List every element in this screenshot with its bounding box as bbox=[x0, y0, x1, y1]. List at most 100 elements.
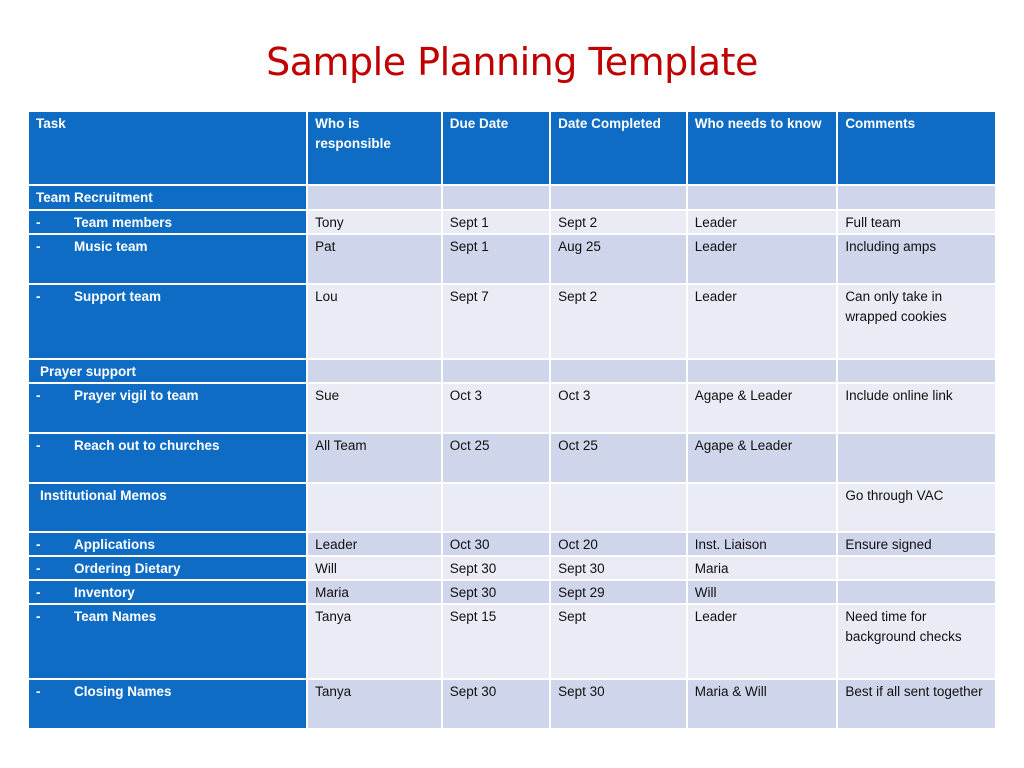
section-label: Prayer support bbox=[40, 364, 137, 379]
notify-cell: Will bbox=[687, 581, 837, 603]
due-cell: Sept 15 bbox=[442, 605, 550, 678]
who-cell: Tanya bbox=[308, 680, 441, 728]
comments-cell bbox=[838, 186, 995, 209]
comments-cell bbox=[838, 557, 995, 579]
completed-cell bbox=[551, 484, 686, 531]
due-cell: Sept 30 bbox=[442, 581, 550, 603]
notify-cell: Leader bbox=[687, 285, 837, 358]
bullet-dash: - bbox=[36, 289, 41, 304]
bullet-dash: - bbox=[36, 684, 41, 699]
completed-cell: Oct 20 bbox=[551, 533, 686, 555]
comments-cell bbox=[838, 434, 995, 482]
who-cell: Lou bbox=[308, 285, 441, 358]
due-cell: Sept 1 bbox=[442, 235, 550, 283]
table-row: - Closing Names Tanya Sept 30 Sept 30 Mar… bbox=[29, 680, 995, 728]
task-label: Support team bbox=[74, 289, 162, 304]
table-row: - Team Names Tanya Sept 15 Sept Leader Ne… bbox=[29, 605, 995, 678]
task-label: Prayer vigil to team bbox=[74, 388, 199, 403]
task-cell: - Team members bbox=[29, 211, 307, 233]
column-header-task: Task bbox=[29, 112, 307, 184]
completed-cell: Sept 30 bbox=[551, 680, 686, 728]
task-cell: Prayer support bbox=[29, 360, 307, 382]
comments-cell bbox=[838, 360, 995, 382]
completed-cell: Aug 25 bbox=[551, 235, 686, 283]
who-cell: Pat bbox=[308, 235, 441, 283]
task-cell: - Prayer vigil to team bbox=[29, 384, 307, 432]
due-cell bbox=[442, 484, 550, 531]
comments-cell: Can only take in wrapped cookies bbox=[838, 285, 995, 358]
completed-cell: Oct 25 bbox=[551, 434, 686, 482]
notify-cell bbox=[687, 186, 837, 209]
bullet-dash: - bbox=[36, 438, 41, 453]
task-cell: - Applications bbox=[29, 533, 307, 555]
page-title: Sample Planning Template bbox=[266, 40, 758, 84]
task-cell: - Reach out to churches bbox=[29, 434, 307, 482]
task-label: Team members bbox=[74, 215, 173, 230]
table-row: - Ordering Dietary Will Sept 30 Sept 30 M… bbox=[29, 557, 995, 579]
due-cell: Sept 30 bbox=[442, 557, 550, 579]
completed-cell bbox=[551, 186, 686, 209]
table-row: - Prayer vigil to team Sue Oct 3 Oct 3 Ag… bbox=[29, 384, 995, 432]
who-cell bbox=[308, 186, 441, 209]
task-cell: - Team Names bbox=[29, 605, 307, 678]
table-row: - Applications Leader Oct 30 Oct 20 Inst.… bbox=[29, 533, 995, 555]
comments-cell: Go through VAC bbox=[838, 484, 995, 531]
who-cell: Will bbox=[308, 557, 441, 579]
task-label: Music team bbox=[74, 239, 148, 254]
due-cell: Oct 30 bbox=[442, 533, 550, 555]
due-cell bbox=[442, 360, 550, 382]
bullet-dash: - bbox=[36, 239, 41, 254]
comments-cell: Need time for background checks bbox=[838, 605, 995, 678]
task-label: Inventory bbox=[74, 585, 135, 600]
bullet-dash: - bbox=[36, 388, 41, 403]
table-row-section: Team Recruitment bbox=[29, 186, 995, 209]
notify-cell bbox=[687, 484, 837, 531]
comments-cell: Best if all sent together bbox=[838, 680, 995, 728]
bullet-dash: - bbox=[36, 561, 41, 576]
bullet-dash: - bbox=[36, 537, 41, 552]
planning-table: Task Who is responsible Due Date Date Co… bbox=[27, 110, 997, 730]
notify-cell: Maria & Will bbox=[687, 680, 837, 728]
comments-cell: Include online link bbox=[838, 384, 995, 432]
notify-cell: Leader bbox=[687, 211, 837, 233]
task-label: Reach out to churches bbox=[74, 438, 220, 453]
comments-cell: Ensure signed bbox=[838, 533, 995, 555]
comments-cell: Full team bbox=[838, 211, 995, 233]
due-cell: Oct 3 bbox=[442, 384, 550, 432]
due-cell: Oct 25 bbox=[442, 434, 550, 482]
who-cell: Leader bbox=[308, 533, 441, 555]
due-cell: Sept 7 bbox=[442, 285, 550, 358]
notify-cell: Inst. Liaison bbox=[687, 533, 837, 555]
completed-cell: Oct 3 bbox=[551, 384, 686, 432]
who-cell: All Team bbox=[308, 434, 441, 482]
notify-cell: Agape & Leader bbox=[687, 434, 837, 482]
column-header-who-responsible: Who is responsible bbox=[308, 112, 441, 184]
task-cell: Team Recruitment bbox=[29, 186, 307, 209]
who-cell bbox=[308, 360, 441, 382]
notify-cell bbox=[687, 360, 837, 382]
notify-cell: Agape & Leader bbox=[687, 384, 837, 432]
notify-cell: Leader bbox=[687, 235, 837, 283]
completed-cell: Sept 30 bbox=[551, 557, 686, 579]
table-row: - Inventory Maria Sept 30 Sept 29 Will bbox=[29, 581, 995, 603]
table-row: - Music team Pat Sept 1 Aug 25 Leader Inc… bbox=[29, 235, 995, 283]
task-cell: - Inventory bbox=[29, 581, 307, 603]
table-body: Team Recruitment - Team members Tony Sept… bbox=[29, 186, 995, 728]
column-header-due-date: Due Date bbox=[442, 112, 550, 184]
table-row: - Support team Lou Sept 7 Sept 2 Leader C… bbox=[29, 285, 995, 358]
who-cell: Tony bbox=[308, 211, 441, 233]
task-label: Ordering Dietary bbox=[74, 561, 181, 576]
comments-cell: Including amps bbox=[838, 235, 995, 283]
due-cell bbox=[442, 186, 550, 209]
who-cell bbox=[308, 484, 441, 531]
column-header-date-completed: Date Completed bbox=[551, 112, 686, 184]
completed-cell: Sept 2 bbox=[551, 211, 686, 233]
completed-cell: Sept 29 bbox=[551, 581, 686, 603]
comments-cell bbox=[838, 581, 995, 603]
completed-cell: Sept bbox=[551, 605, 686, 678]
completed-cell: Sept 2 bbox=[551, 285, 686, 358]
task-cell: - Music team bbox=[29, 235, 307, 283]
bullet-dash: - bbox=[36, 609, 41, 624]
table-row-section: Institutional Memos Go through VAC bbox=[29, 484, 995, 531]
task-label: Applications bbox=[74, 537, 156, 552]
